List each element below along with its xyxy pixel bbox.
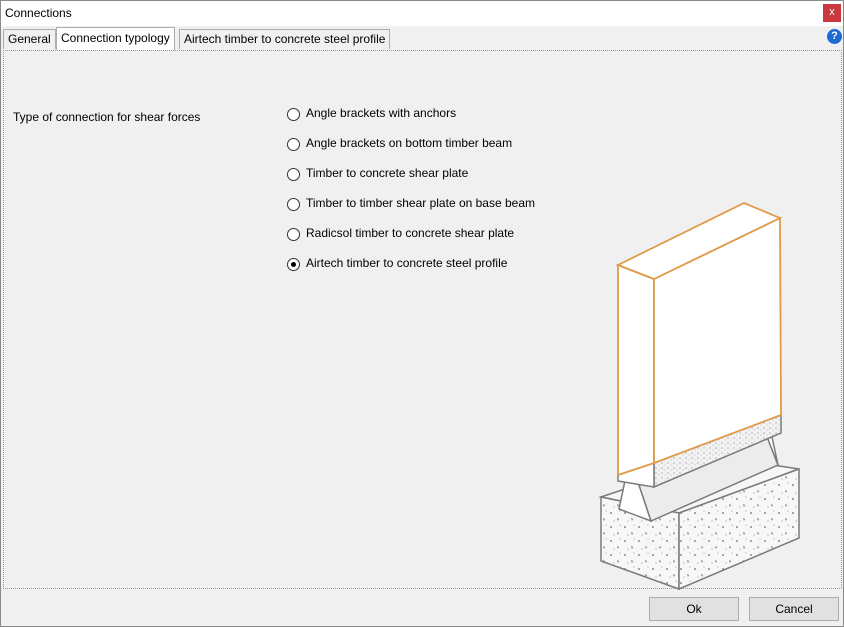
radio-selected-dot: [291, 262, 296, 267]
title-bar: Connections x: [1, 1, 843, 26]
dialog-window: Connections x General Connection typolog…: [0, 0, 844, 627]
radio-label: Radicsol timber to concrete shear plate: [306, 226, 515, 240]
connection-illustration: [594, 201, 814, 604]
tab-content-panel: Type of connection for shear forces Angl…: [3, 50, 842, 591]
window-title: Connections: [5, 6, 72, 20]
radio-button[interactable]: [287, 258, 300, 271]
dialog-footer: Ok Cancel: [1, 591, 843, 626]
tab-connection-typology[interactable]: Connection typology: [56, 27, 175, 50]
radio-label: Timber to timber shear plate on base bea…: [306, 196, 536, 210]
radio-button[interactable]: [287, 168, 300, 181]
radio-button[interactable]: [287, 198, 300, 211]
airtech-connection-drawing: [598, 202, 800, 591]
shear-connection-label: Type of connection for shear forces: [13, 110, 201, 124]
radio-button[interactable]: [287, 138, 300, 151]
radio-label: Angle brackets on bottom timber beam: [306, 136, 513, 150]
tab-strip: General Connection typology Airtech timb…: [1, 27, 843, 50]
radio-label: Airtech timber to concrete steel profile: [306, 256, 508, 270]
radio-label: Timber to concrete shear plate: [306, 166, 469, 180]
help-icon[interactable]: ?: [827, 29, 842, 44]
ok-button[interactable]: Ok: [649, 597, 739, 621]
tab-airtech-profile[interactable]: Airtech timber to concrete steel profile: [179, 29, 391, 49]
cancel-button[interactable]: Cancel: [749, 597, 839, 621]
radio-button[interactable]: [287, 228, 300, 241]
close-button[interactable]: x: [823, 4, 841, 22]
radio-button[interactable]: [287, 108, 300, 121]
tab-general[interactable]: General: [3, 29, 56, 49]
radio-label: Angle brackets with anchors: [306, 106, 457, 120]
